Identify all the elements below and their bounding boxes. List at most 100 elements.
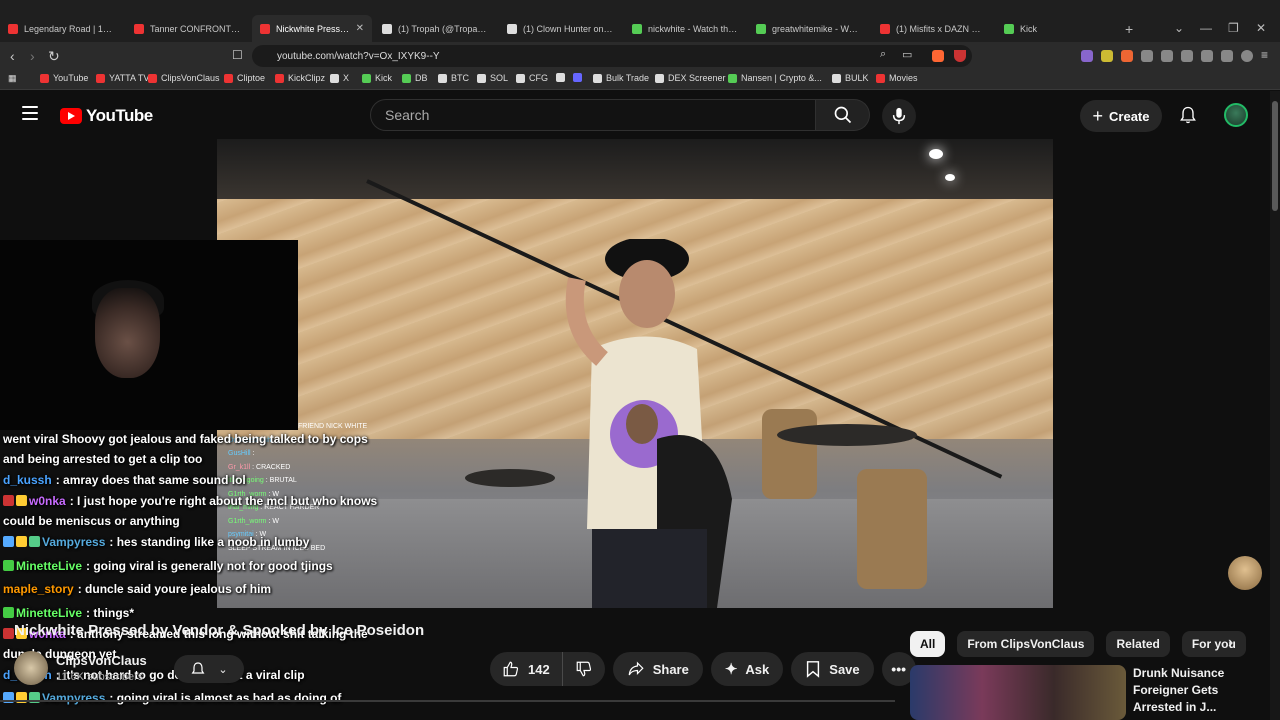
tab-favicon-icon	[260, 23, 270, 34]
sparkle-icon: ✦	[724, 661, 738, 678]
browser-tab[interactable]: greatwhitemike - Watch t	[748, 15, 870, 42]
bookmark-label: YATTA TV	[109, 73, 150, 83]
bookmark-item[interactable]	[573, 73, 582, 82]
bookmark-item[interactable]	[556, 73, 565, 82]
youtube-logo[interactable]: YouTube	[60, 106, 153, 126]
bookmark-item[interactable]: Kick	[362, 73, 392, 83]
bookmark-item[interactable]: CFG	[516, 73, 548, 83]
browser-tab[interactable]: Nickwhite Pressed by ✕	[252, 15, 372, 42]
bookmark-item[interactable]: SOL	[477, 73, 508, 83]
browser-tab[interactable]: (1) Tropah (@TropahPalm	[374, 15, 497, 42]
address-bar-row: ‹ › ↻ ☐ youtube.com/watch?v=Ox_IXYK9--Y …	[0, 42, 1280, 70]
bookmark-item[interactable]: DEX Screener	[655, 73, 726, 83]
vpn-icon[interactable]	[1241, 50, 1253, 62]
bookmark-item[interactable]: Cliptoe	[224, 73, 265, 83]
subscription-bell-button[interactable]: ⌄	[174, 655, 244, 683]
close-window-icon[interactable]: ✕	[1256, 21, 1266, 35]
filter-chip[interactable]: For you	[1181, 631, 1246, 657]
create-button[interactable]: + Create	[1080, 100, 1162, 132]
bookmark-item[interactable]: BTC	[438, 73, 469, 83]
share-button[interactable]: Share	[612, 652, 703, 686]
channel-avatar[interactable]	[14, 651, 48, 685]
search-button[interactable]	[816, 99, 870, 131]
apps-grid-icon[interactable]: ▦	[8, 73, 17, 84]
brave-rewards-icon[interactable]	[954, 50, 966, 62]
restore-icon[interactable]: ❐	[1228, 21, 1239, 35]
scroll-thumb[interactable]	[1272, 101, 1278, 211]
bookmark-item[interactable]: ClipsVonClaus	[148, 73, 220, 83]
chat-message: MinetteLive: going viral is generally no…	[3, 555, 383, 578]
page-scrollbar[interactable]	[1270, 91, 1280, 720]
extension-icon-3[interactable]	[1121, 50, 1133, 62]
bookmark-favicon-icon	[477, 73, 486, 83]
guide-menu-icon[interactable]	[22, 106, 38, 120]
tab-search-icon[interactable]: ⌄	[1174, 21, 1184, 35]
chevron-right-icon[interactable]: ›	[1228, 634, 1233, 652]
bookmark-item[interactable]: X	[330, 73, 349, 83]
reload-icon[interactable]: ↻	[48, 48, 60, 65]
bookmark-item[interactable]: BULK	[832, 73, 869, 83]
wallet-icon[interactable]	[1201, 50, 1213, 62]
search-input[interactable]: Search	[370, 99, 816, 131]
browser-tab[interactable]: Kick	[996, 15, 1116, 42]
bookmark-label: YouTube	[53, 73, 89, 83]
browser-tab[interactable]: (1) Misfits x DAZN X 003:	[872, 15, 994, 42]
filter-chip[interactable]: Related	[1106, 631, 1170, 657]
bookmark-item[interactable]: Movies	[876, 73, 918, 83]
tab-label: (1) Clown Hunter on X: "	[523, 23, 614, 34]
channel-name[interactable]: ClipsVonClaus	[56, 653, 147, 668]
bookmark-item[interactable]: YATTA TV	[96, 73, 149, 83]
account-avatar[interactable]	[1224, 103, 1248, 127]
voice-search-button[interactable]	[882, 99, 916, 133]
puzzle-extension-icon[interactable]	[1161, 50, 1173, 62]
tab-close-icon[interactable]: ✕	[356, 23, 364, 34]
ask-button[interactable]: ✦ Ask	[710, 652, 784, 686]
browser-tab[interactable]: (1) Clown Hunter on X: "	[499, 15, 622, 42]
bookmark-item[interactable]: YouTube	[40, 73, 88, 83]
menu-icon[interactable]: ≡	[1261, 48, 1268, 62]
filter-chip[interactable]: All	[910, 631, 946, 657]
chat-username: maple_story	[3, 582, 74, 597]
url-field[interactable]: youtube.com/watch?v=Ox_IXYK9--Y	[252, 45, 972, 67]
chat-text: : going viral is generally not for good …	[86, 558, 333, 573]
recommendation-thumbnail[interactable]	[910, 665, 1126, 720]
minimize-icon[interactable]: —	[1200, 21, 1212, 35]
cast-icon[interactable]: ▭	[902, 48, 912, 61]
dislike-button[interactable]	[563, 652, 605, 686]
bookmark-item[interactable]: DB	[402, 73, 428, 83]
save-button[interactable]: Save	[791, 652, 874, 686]
like-button[interactable]: 142	[490, 652, 563, 686]
bookmark-item[interactable]: Bulk Trade	[593, 73, 649, 83]
tab-favicon-icon	[507, 23, 517, 34]
browser-tab[interactable]: nickwhite - Watch the VO	[624, 15, 746, 42]
bookmark-save-icon	[807, 661, 820, 678]
tab-label: nickwhite - Watch the VO	[648, 23, 738, 34]
bookmark-label: Nansen | Crypto &...	[741, 73, 822, 83]
bookmark-label: Kick	[375, 73, 393, 83]
back-icon[interactable]: ‹	[10, 48, 15, 64]
extension-icon-2[interactable]	[1101, 50, 1113, 62]
tab-favicon-icon	[382, 23, 392, 34]
recommendation-title[interactable]: Drunk Nuisance Foreigner Gets Arrested i…	[1133, 665, 1263, 716]
download-icon[interactable]	[1221, 50, 1233, 62]
search-icon	[834, 106, 851, 124]
bookmark-item[interactable]: KickClipz	[275, 73, 325, 83]
music-extension-icon[interactable]	[1141, 50, 1153, 62]
bookmark-icon[interactable]: ☐	[232, 48, 243, 62]
browser-tab[interactable]: Legendary Road | 100 km	[0, 15, 124, 42]
youtube-logo-text: YouTube	[86, 106, 153, 125]
video-frame-chair	[762, 409, 817, 499]
notifications-button[interactable]	[1178, 105, 1198, 130]
save-label: Save	[829, 661, 860, 677]
browser-tab[interactable]: Tanner CONFRONTS Nam	[126, 15, 250, 42]
bookmark-favicon-icon	[832, 73, 841, 83]
new-tab-icon[interactable]: +	[1125, 21, 1133, 37]
filter-chip[interactable]: From ClipsVonClaus	[957, 631, 1095, 657]
zoom-icon[interactable]: ⌕	[880, 48, 886, 61]
bookmark-item[interactable]: Nansen | Crypto &...	[728, 73, 822, 83]
chat-username: w0nka	[29, 494, 66, 509]
forward-icon[interactable]: ›	[30, 48, 35, 64]
extension-icon-1[interactable]	[1081, 50, 1093, 62]
brave-shield-icon[interactable]	[932, 50, 944, 62]
sidebar-toggle-icon[interactable]	[1181, 50, 1193, 62]
